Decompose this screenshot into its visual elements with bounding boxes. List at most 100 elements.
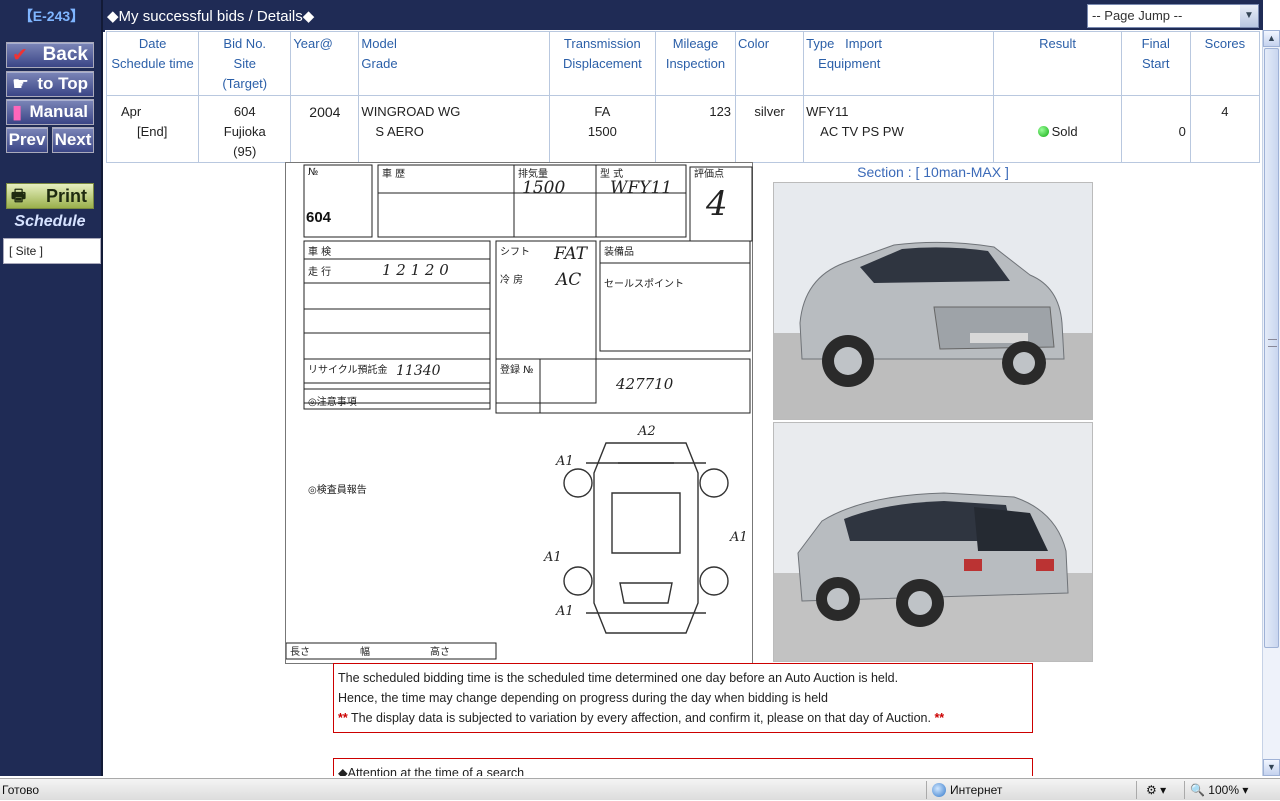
svg-text:幅: 幅 <box>360 645 370 658</box>
grip-icon <box>1268 339 1277 347</box>
back-arrow-icon: ✔ <box>12 45 28 66</box>
svg-text:冷 房: 冷 房 <box>500 273 523 286</box>
note-line-2: Hence, the time may change depending on … <box>338 691 828 705</box>
svg-text:◎注意事項: ◎注意事項 <box>308 395 357 408</box>
car-photo-front[interactable] <box>773 182 1093 420</box>
status-separator <box>1136 781 1137 799</box>
svg-text:427710: 427710 <box>615 375 674 393</box>
cell-result: Sold <box>993 95 1122 163</box>
svg-text:登録 №: 登録 № <box>500 363 534 376</box>
col-color: Color <box>735 31 805 96</box>
auction-code: 【E-243】 <box>18 8 85 24</box>
svg-text:A1: A1 <box>543 550 562 565</box>
cell-bid: 604 Fujioka (95) <box>198 95 292 163</box>
svg-text:車 検: 車 検 <box>308 245 331 258</box>
protected-mode-icon[interactable]: ⚙ ▾ <box>1146 779 1166 801</box>
col-bid: Bid No. Site (Target) <box>198 31 292 96</box>
cell-color: silver <box>735 95 805 163</box>
cell-type: WFY11 AC TV PS PW <box>803 95 995 163</box>
note-line-3: ** The display data is subjected to vari… <box>338 711 945 725</box>
zoom-icon: 🔍 <box>1190 783 1205 797</box>
car-rear-image <box>774 423 1092 661</box>
table-header-row: Date Schedule time Bid No. Site (Target)… <box>105 31 1261 96</box>
security-zone[interactable]: Интернет <box>932 779 1002 801</box>
manual-label: Manual <box>29 102 88 121</box>
page-jump-value: -- Page Jump -- <box>1092 8 1183 23</box>
svg-text:車 歴: 車 歴 <box>382 167 405 180</box>
col-year: Year@ <box>290 31 360 96</box>
svg-text:高さ: 高さ <box>430 645 450 658</box>
status-bar: Готово Интернет ⚙ ▾ 🔍 100% ▾ <box>0 778 1280 800</box>
left-sidebar: 【E-243】 ✔ Back ☛ to Top ▮ Manual Prev Ne… <box>0 0 103 776</box>
scroll-thumb[interactable] <box>1264 48 1279 648</box>
auction-sheet-image: № 車 歴 排気量 型 式 評価点 車 検 走 行 シフト 冷 房 装備品 セー… <box>285 162 753 664</box>
car-front-image <box>774 183 1092 419</box>
status-separator <box>926 781 927 799</box>
notes-box: The scheduled bidding time is the schedu… <box>333 663 1033 733</box>
to-top-label: to Top <box>37 74 88 93</box>
svg-text:№: № <box>308 167 318 178</box>
svg-text:11340: 11340 <box>396 363 441 379</box>
svg-text:シフト: シフト <box>500 247 530 258</box>
bids-table: Date Schedule time Bid No. Site (Target)… <box>105 31 1261 163</box>
print-button[interactable]: 🖶 Print <box>6 183 94 209</box>
svg-text:A2: A2 <box>637 424 656 439</box>
col-date: Date Schedule time <box>105 31 200 96</box>
chevron-down-icon: ▼ <box>1240 5 1258 27</box>
col-final: Final Start <box>1120 31 1191 96</box>
auction-sheet-drawing: № 車 歴 排気量 型 式 評価点 車 検 走 行 シフト 冷 房 装備品 セー… <box>286 164 753 660</box>
vertical-scrollbar[interactable]: ▲ ▼ <box>1262 30 1280 776</box>
svg-text:A1: A1 <box>555 454 574 469</box>
svg-text:評価点: 評価点 <box>694 167 724 180</box>
col-model: Model Grade <box>358 31 550 96</box>
scroll-up-icon[interactable]: ▲ <box>1263 30 1280 47</box>
car-photo-rear[interactable] <box>773 422 1093 662</box>
manual-button[interactable]: ▮ Manual <box>6 99 94 125</box>
col-mileage: Mileage Inspection <box>654 31 737 96</box>
table-row: Apr [End] 604 Fujioka (95) 2004 WINGROAD… <box>105 95 1261 163</box>
col-type: Type Import Equipment <box>803 31 995 96</box>
back-label: Back <box>42 44 88 65</box>
hand-pointer-icon: ☛ <box>12 74 30 95</box>
back-button[interactable]: ✔ Back <box>6 42 94 68</box>
col-scores: Scores <box>1189 31 1261 96</box>
cell-final: 0 <box>1120 95 1191 163</box>
next-label: Next <box>54 130 92 149</box>
cell-mileage: 123 <box>654 95 737 163</box>
sold-status-icon <box>1037 126 1049 137</box>
prev-label: Prev <box>8 130 46 149</box>
svg-text:4: 4 <box>705 184 728 224</box>
zoom-control[interactable]: 🔍 100% ▾ <box>1190 779 1248 801</box>
printer-icon: 🖶 <box>11 188 27 205</box>
col-result: Result <box>993 31 1122 96</box>
svg-text:A1: A1 <box>555 604 574 619</box>
schedule-link[interactable]: Schedule <box>6 213 94 231</box>
note-line-1: The scheduled bidding time is the schedu… <box>338 671 899 685</box>
cell-year: 2004 <box>290 95 360 163</box>
svg-text:セールスポイント: セールスポイント <box>604 278 684 290</box>
cell-score: 4 <box>1189 95 1261 163</box>
site-link[interactable]: [ Site ] <box>3 238 101 264</box>
to-top-button[interactable]: ☛ to Top <box>6 71 94 97</box>
svg-text:FAT: FAT <box>553 244 589 264</box>
svg-text:1500: 1500 <box>522 178 565 198</box>
globe-icon <box>932 783 946 797</box>
next-button[interactable]: Next <box>52 127 94 153</box>
page-jump-select[interactable]: -- Page Jump -- ▼ <box>1087 4 1259 28</box>
scroll-down-icon[interactable]: ▼ <box>1263 759 1280 776</box>
section-label: Section : [ 10man-MAX ] <box>857 164 1009 180</box>
svg-text:◎検査員報告: ◎検査員報告 <box>308 483 367 496</box>
attention-box: ◆Attention at the time of a search <box>333 758 1033 776</box>
prev-button[interactable]: Prev <box>6 127 48 153</box>
svg-text:AC: AC <box>554 270 581 290</box>
cell-transmission: FA 1500 <box>548 95 656 163</box>
svg-text:1 2 1 2 0: 1 2 1 2 0 <box>382 261 449 279</box>
svg-text:走 行: 走 行 <box>308 265 331 278</box>
sheet-lot-number: 604 <box>306 209 332 226</box>
svg-text:A1: A1 <box>729 530 748 545</box>
cell-model: WINGROAD WG S AERO <box>358 95 550 163</box>
print-label: Print <box>45 186 87 206</box>
col-transmission: Transmission Displacement <box>548 31 656 96</box>
svg-text:WFY11: WFY11 <box>610 178 672 198</box>
status-separator <box>1184 781 1185 799</box>
